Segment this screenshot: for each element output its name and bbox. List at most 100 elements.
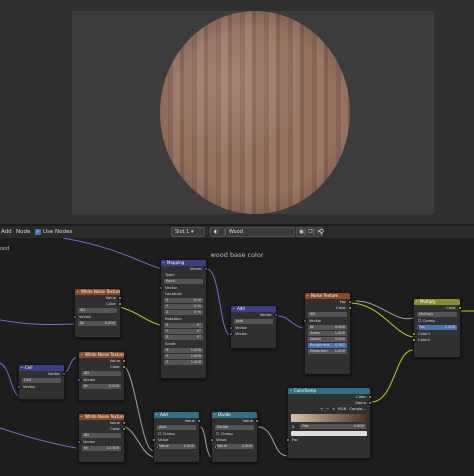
cell-mode-dropdown[interactable]: Cell bbox=[22, 378, 61, 383]
noise-detail-field[interactable]: Detail 0.000 bbox=[308, 337, 347, 342]
location-y-field[interactable]: Y0 m bbox=[164, 304, 203, 309]
socket-input[interactable] bbox=[286, 438, 290, 442]
white-noise-2-color-output[interactable]: Color bbox=[79, 364, 126, 370]
noise-scale-field[interactable]: Scale 1.000 bbox=[308, 331, 347, 336]
noise-dimension-dropdown[interactable]: 4D bbox=[308, 312, 347, 317]
white-noise-1-w-field[interactable]: W 0.000 bbox=[78, 321, 117, 326]
white-noise-2-vector-input[interactable]: Vector bbox=[77, 377, 124, 383]
material-name-field[interactable]: Wood bbox=[225, 227, 295, 237]
divide-value-output[interactable]: Value bbox=[212, 418, 259, 424]
white-noise-1-dimension-dropdown[interactable]: 4D bbox=[78, 308, 117, 313]
noise-distortion-field[interactable]: Distortion 1.000 bbox=[308, 349, 347, 354]
white-noise-3-color-output[interactable]: Color bbox=[79, 426, 126, 432]
remove-stop-button[interactable]: − bbox=[326, 406, 329, 412]
node-menu[interactable]: Node bbox=[16, 228, 30, 236]
add-vector-output[interactable]: Vector bbox=[231, 312, 278, 318]
socket-input[interactable] bbox=[210, 438, 214, 442]
scale-x-field[interactable]: X 1.000 bbox=[164, 348, 203, 353]
add-math-operation-dropdown[interactable]: Add bbox=[157, 425, 196, 430]
socket-output[interactable] bbox=[255, 419, 259, 423]
mapping-node[interactable]: Mapping Vector Type: Point Vector Locati… bbox=[159, 259, 208, 379]
socket-input[interactable] bbox=[412, 338, 416, 342]
socket-input[interactable] bbox=[215, 445, 217, 449]
add-menu[interactable]: Add bbox=[1, 228, 12, 236]
socket-output[interactable] bbox=[122, 365, 126, 369]
colorramp-fac-input[interactable]: Fac bbox=[286, 437, 370, 443]
socket-output[interactable] bbox=[458, 306, 462, 310]
socket-output[interactable] bbox=[274, 313, 278, 317]
noise-vector-input[interactable]: Vector bbox=[303, 318, 350, 324]
socket-input[interactable] bbox=[17, 385, 21, 389]
socket-input[interactable] bbox=[417, 326, 419, 330]
white-noise-2-dimension-dropdown[interactable]: 4D bbox=[82, 371, 121, 376]
cell-node[interactable]: Cell Vector Cell Vector bbox=[17, 364, 66, 400]
colorramp-node[interactable]: ColorRamp Color Alpha + − ∨ RGB Consta..… bbox=[286, 387, 372, 459]
socket-input[interactable] bbox=[73, 315, 77, 319]
white-noise-2-w-field[interactable]: W 0.200 bbox=[82, 384, 121, 389]
noise-w-field[interactable]: W 0.000 bbox=[308, 325, 347, 330]
add-math-value-field[interactable]: Value 1.000 bbox=[157, 444, 196, 449]
noise-roughness-field[interactable]: Roughness 0.767 bbox=[308, 343, 347, 348]
socket-input[interactable] bbox=[229, 332, 233, 336]
color-ramp-gradient[interactable] bbox=[291, 414, 367, 422]
material-preview-viewport[interactable] bbox=[0, 0, 474, 224]
pin-icon[interactable]: ⚲ bbox=[319, 228, 324, 236]
white-noise-node-1[interactable]: White Noise Texture Value Color 4D Vecto… bbox=[73, 288, 122, 338]
socket-output[interactable] bbox=[118, 302, 122, 306]
duplicate-material-button[interactable]: ❐ bbox=[305, 227, 314, 237]
slot-dropdown[interactable]: Slot 1 ▾ bbox=[171, 227, 205, 237]
use-nodes-checkbox[interactable]: ✓ bbox=[35, 229, 41, 235]
socket-input[interactable] bbox=[159, 286, 163, 290]
scale-y-field[interactable]: Y 1.000 bbox=[164, 354, 203, 359]
add-math-value-input[interactable]: Value bbox=[152, 437, 199, 443]
white-noise-3-dimension-dropdown[interactable]: 4D bbox=[82, 433, 121, 438]
ramp-menu-button[interactable]: ∨ bbox=[332, 406, 335, 412]
multiply-mix-node[interactable]: Multiply Color Multiply ☐ Clamp Fac1.000… bbox=[412, 298, 462, 358]
socket-input[interactable] bbox=[412, 332, 416, 336]
multiply-fac-field[interactable]: Fac 1.000 bbox=[417, 325, 457, 330]
white-noise-3-w-field[interactable]: W 10.300 bbox=[82, 446, 121, 451]
multiply-blend-dropdown[interactable]: Multiply bbox=[417, 312, 457, 317]
divide-math-node[interactable]: Divide Value Divide ☐ Clamp Value Value2… bbox=[210, 411, 259, 463]
rotation-z-field[interactable]: Z 0° bbox=[164, 335, 203, 340]
socket-output[interactable] bbox=[348, 306, 352, 310]
node-editor-canvas[interactable]: ood wood base color Mapping Vector Type:… bbox=[0, 238, 474, 476]
socket-output[interactable] bbox=[348, 300, 352, 304]
rotation-y-field[interactable]: Y 0° bbox=[164, 329, 203, 334]
white-noise-node-3[interactable]: White Noise Texture Value Color 4D Vecto… bbox=[77, 413, 126, 463]
add-math-node[interactable]: Add Value Add ☐ Clamp Value Value1.000 bbox=[152, 411, 201, 463]
socket-output[interactable] bbox=[122, 427, 126, 431]
socket-output[interactable] bbox=[122, 421, 126, 425]
material-browse-button[interactable]: ◐ bbox=[210, 227, 225, 237]
socket-input[interactable] bbox=[229, 326, 233, 330]
white-noise-1-color-output[interactable]: Color bbox=[75, 301, 122, 307]
multiply-color2-input[interactable]: Color2 bbox=[412, 337, 460, 343]
mapping-type-dropdown[interactable]: Point bbox=[164, 279, 203, 284]
add-vector-input-b[interactable]: Vector bbox=[229, 331, 276, 337]
add-stop-button[interactable]: + bbox=[320, 406, 323, 412]
fake-user-button[interactable]: ▣ bbox=[296, 227, 305, 237]
location-z-field[interactable]: Z0 m bbox=[164, 310, 203, 315]
scale-z-field[interactable]: Z 1.000 bbox=[164, 360, 203, 365]
socket-input[interactable] bbox=[77, 378, 81, 382]
socket-input[interactable] bbox=[77, 440, 81, 444]
socket-output[interactable] bbox=[197, 419, 201, 423]
cell-vector-input[interactable]: Vector bbox=[17, 384, 64, 390]
stop-index-field[interactable]: 0 bbox=[292, 424, 294, 430]
multiply-color-output[interactable]: Color bbox=[414, 305, 462, 311]
cell-vector-output[interactable]: Vector bbox=[19, 371, 66, 377]
white-noise-3-vector-input[interactable]: Vector bbox=[77, 439, 124, 445]
divide-value-field[interactable]: Value 2.000 bbox=[215, 444, 254, 449]
noise-color-output[interactable]: Color bbox=[305, 305, 352, 311]
socket-input[interactable] bbox=[152, 438, 156, 442]
divide-value-input[interactable]: Value bbox=[210, 437, 257, 443]
socket-output[interactable] bbox=[62, 372, 66, 376]
socket-input[interactable] bbox=[157, 445, 159, 449]
socket-output[interactable] bbox=[368, 401, 372, 405]
socket-output[interactable] bbox=[122, 359, 126, 363]
stop-position-field[interactable]: Pos 0.000 bbox=[300, 424, 366, 429]
colorramp-mode-dropdown[interactable]: RGB bbox=[338, 406, 346, 412]
colorramp-interp-dropdown[interactable]: Consta... bbox=[349, 406, 366, 412]
location-x-field[interactable]: X0 m bbox=[164, 298, 203, 303]
socket-input[interactable] bbox=[303, 319, 307, 323]
